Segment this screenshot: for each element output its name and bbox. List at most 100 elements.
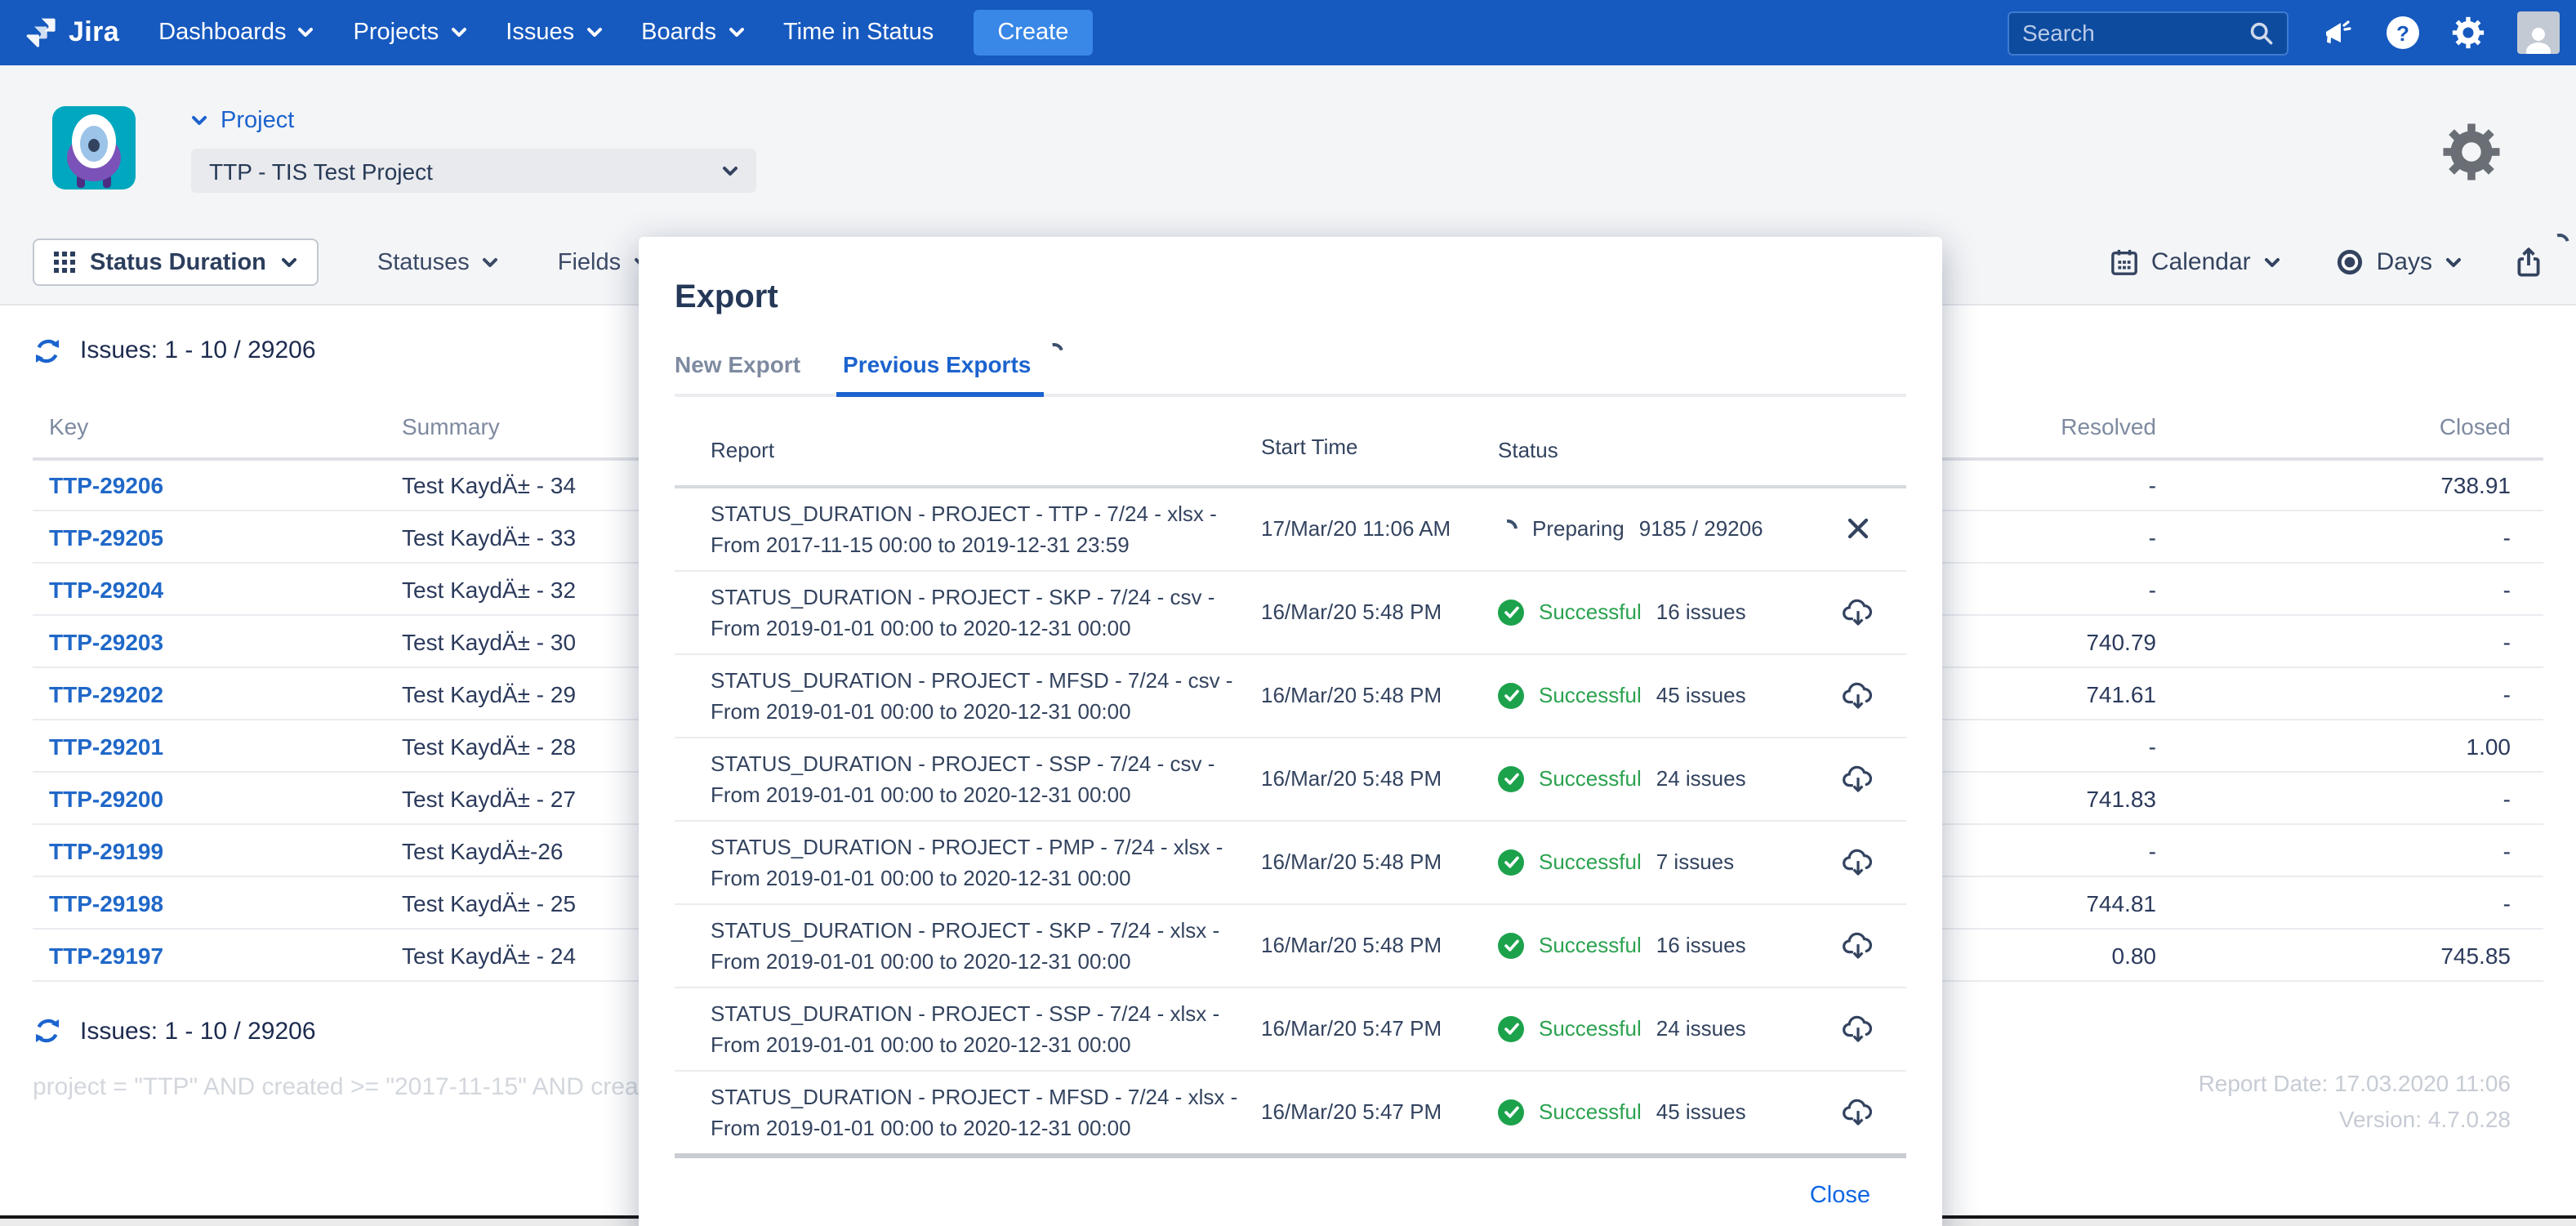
issue-key-link[interactable]: TTP-29201 [49,733,163,759]
export-table-header: Report Start Time Status [675,396,1906,488]
create-button[interactable]: Create [973,10,1093,56]
export-report-name: STATUS_DURATION - PROJECT - SKP - 7/24 -… [711,581,1261,643]
export-report-name: STATUS_DURATION - PROJECT - SKP - 7/24 -… [711,914,1261,976]
export-row: STATUS_DURATION - PROJECT - PMP - 7/24 -… [675,821,1906,904]
issue-key-link[interactable]: TTP-29200 [49,785,163,811]
export-status: Successful 24 issues [1498,1015,1808,1041]
export-report-name: STATUS_DURATION - PROJECT - SSP - 7/24 -… [711,747,1261,809]
download-export-icon[interactable] [1838,594,1876,630]
eye-icon [2336,248,2364,276]
col-header-key[interactable]: Key [33,406,386,458]
export-start-time: 16/Mar/20 5:48 PM [1261,766,1498,791]
export-status-label: Successful [1539,600,1642,624]
success-check-icon [1498,1099,1524,1125]
nav-item-projects[interactable]: Projects [354,20,467,46]
issue-closed-value: 738.91 [2189,458,2543,510]
issue-closed-value: - [2189,563,2543,615]
export-start-time: 17/Mar/20 11:06 AM [1261,516,1498,541]
nav-item-boards[interactable]: Boards [641,20,744,46]
download-export-icon[interactable] [1838,1010,1876,1046]
issue-key-link[interactable]: TTP-29197 [49,942,163,968]
project-select[interactable]: TTP - TIS Test Project [191,149,756,193]
settings-gear-icon[interactable] [2452,16,2485,49]
download-export-icon[interactable] [1838,760,1876,796]
issue-key-link[interactable]: TTP-29198 [49,889,163,916]
export-status-label: Successful [1539,849,1642,874]
tab-new-export[interactable]: New Export [675,350,800,393]
success-check-icon [1498,932,1524,958]
calendar-dropdown[interactable]: Calendar [2110,248,2280,276]
export-status-detail: 16 issues [1656,600,1746,624]
export-status-detail: 45 issues [1656,1099,1746,1124]
refresh-icon[interactable] [33,1016,62,1045]
export-status-detail: 45 issues [1656,683,1746,707]
export-report-name: STATUS_DURATION - PROJECT - SSP - 7/24 -… [711,997,1261,1059]
export-status-label: Successful [1539,683,1642,707]
export-modal: Export New Export Previous Exports Repor… [639,236,1942,1226]
cancel-export-icon[interactable] [1843,515,1871,542]
report-version: Version: 4.7.0.28 [2199,1101,2511,1137]
announcements-icon[interactable] [2321,16,2354,49]
report-type-button[interactable]: Status Duration [33,239,319,286]
export-row: STATUS_DURATION - PROJECT - MFSD - 7/24 … [675,1071,1906,1152]
issue-closed-value: - [2189,772,2543,824]
export-status-detail: 16 issues [1656,933,1746,957]
search-box [2008,11,2289,55]
export-status-label: Successful [1539,933,1642,957]
success-check-icon [1498,682,1524,708]
days-dropdown[interactable]: Days [2336,248,2462,276]
nav-item-dashboards[interactable]: Dashboards [158,20,314,46]
issue-key-link[interactable]: TTP-29203 [49,628,163,654]
issue-closed-value: - [2189,615,2543,667]
fields-dropdown[interactable]: Fields [558,249,650,275]
grid-icon [54,252,75,273]
search-input[interactable] [2022,20,2249,46]
export-start-time: 16/Mar/20 5:47 PM [1261,1016,1498,1041]
export-status: Successful 24 issues [1498,765,1808,791]
issue-closed-value: 1.00 [2189,720,2543,772]
export-report-name: STATUS_DURATION - PROJECT - TTP - 7/24 -… [711,497,1261,560]
jira-logo[interactable]: Jira [23,15,119,51]
success-check-icon [1498,849,1524,875]
col-header-closed[interactable]: Closed [2189,406,2543,458]
export-icon [2514,247,2543,278]
issue-closed-value: - [2189,667,2543,720]
help-icon[interactable]: ? [2387,16,2419,49]
app: Jira Dashboards Projects Issues Boards T… [0,0,2576,1226]
issue-key-link[interactable]: TTP-29206 [49,472,163,498]
report-settings-gear-icon[interactable] [2442,123,2501,189]
days-label: Days [2377,248,2432,276]
nav-item-issues[interactable]: Issues [506,20,602,46]
export-button[interactable] [2514,247,2543,278]
issue-key-link[interactable]: TTP-29204 [49,576,163,602]
success-check-icon [1498,599,1524,625]
calendar-label: Calendar [2151,248,2251,276]
export-status-label: Preparing [1532,516,1624,541]
download-export-icon[interactable] [1838,844,1876,880]
preparing-spinner [1494,515,1522,542]
tab-loading-spinner [1042,339,1067,363]
download-export-icon[interactable] [1838,1094,1876,1130]
jira-logo-text: Jira [69,16,119,49]
user-avatar[interactable] [2517,11,2560,54]
statuses-dropdown[interactable]: Statuses [377,249,499,275]
project-section-toggle[interactable]: Project [191,108,756,134]
export-report-name: STATUS_DURATION - PROJECT - PMP - 7/24 -… [711,831,1261,893]
issue-key-link[interactable]: TTP-29202 [49,680,163,707]
tab-previous-exports[interactable]: Previous Exports [843,350,1031,393]
issue-key-link[interactable]: TTP-29205 [49,524,163,550]
project-avatar [52,106,136,189]
nav-item-time-in-status[interactable]: Time in Status [783,20,934,46]
issue-key-link[interactable]: TTP-29199 [49,837,163,863]
export-row: STATUS_DURATION - PROJECT - MFSD - 7/24 … [675,654,1906,738]
export-report-name: STATUS_DURATION - PROJECT - MFSD - 7/24 … [711,664,1261,726]
issue-closed-value: 745.85 [2189,929,2543,981]
refresh-icon[interactable] [33,336,62,365]
calendar-icon [2110,248,2138,276]
download-export-icon[interactable] [1838,927,1876,963]
search-icon [2249,20,2274,45]
download-export-icon[interactable] [1838,677,1876,713]
modal-close-button[interactable]: Close [1810,1182,1870,1208]
export-status-detail: 9185 / 29206 [1639,516,1763,541]
col-header-report: Report [711,434,1261,465]
